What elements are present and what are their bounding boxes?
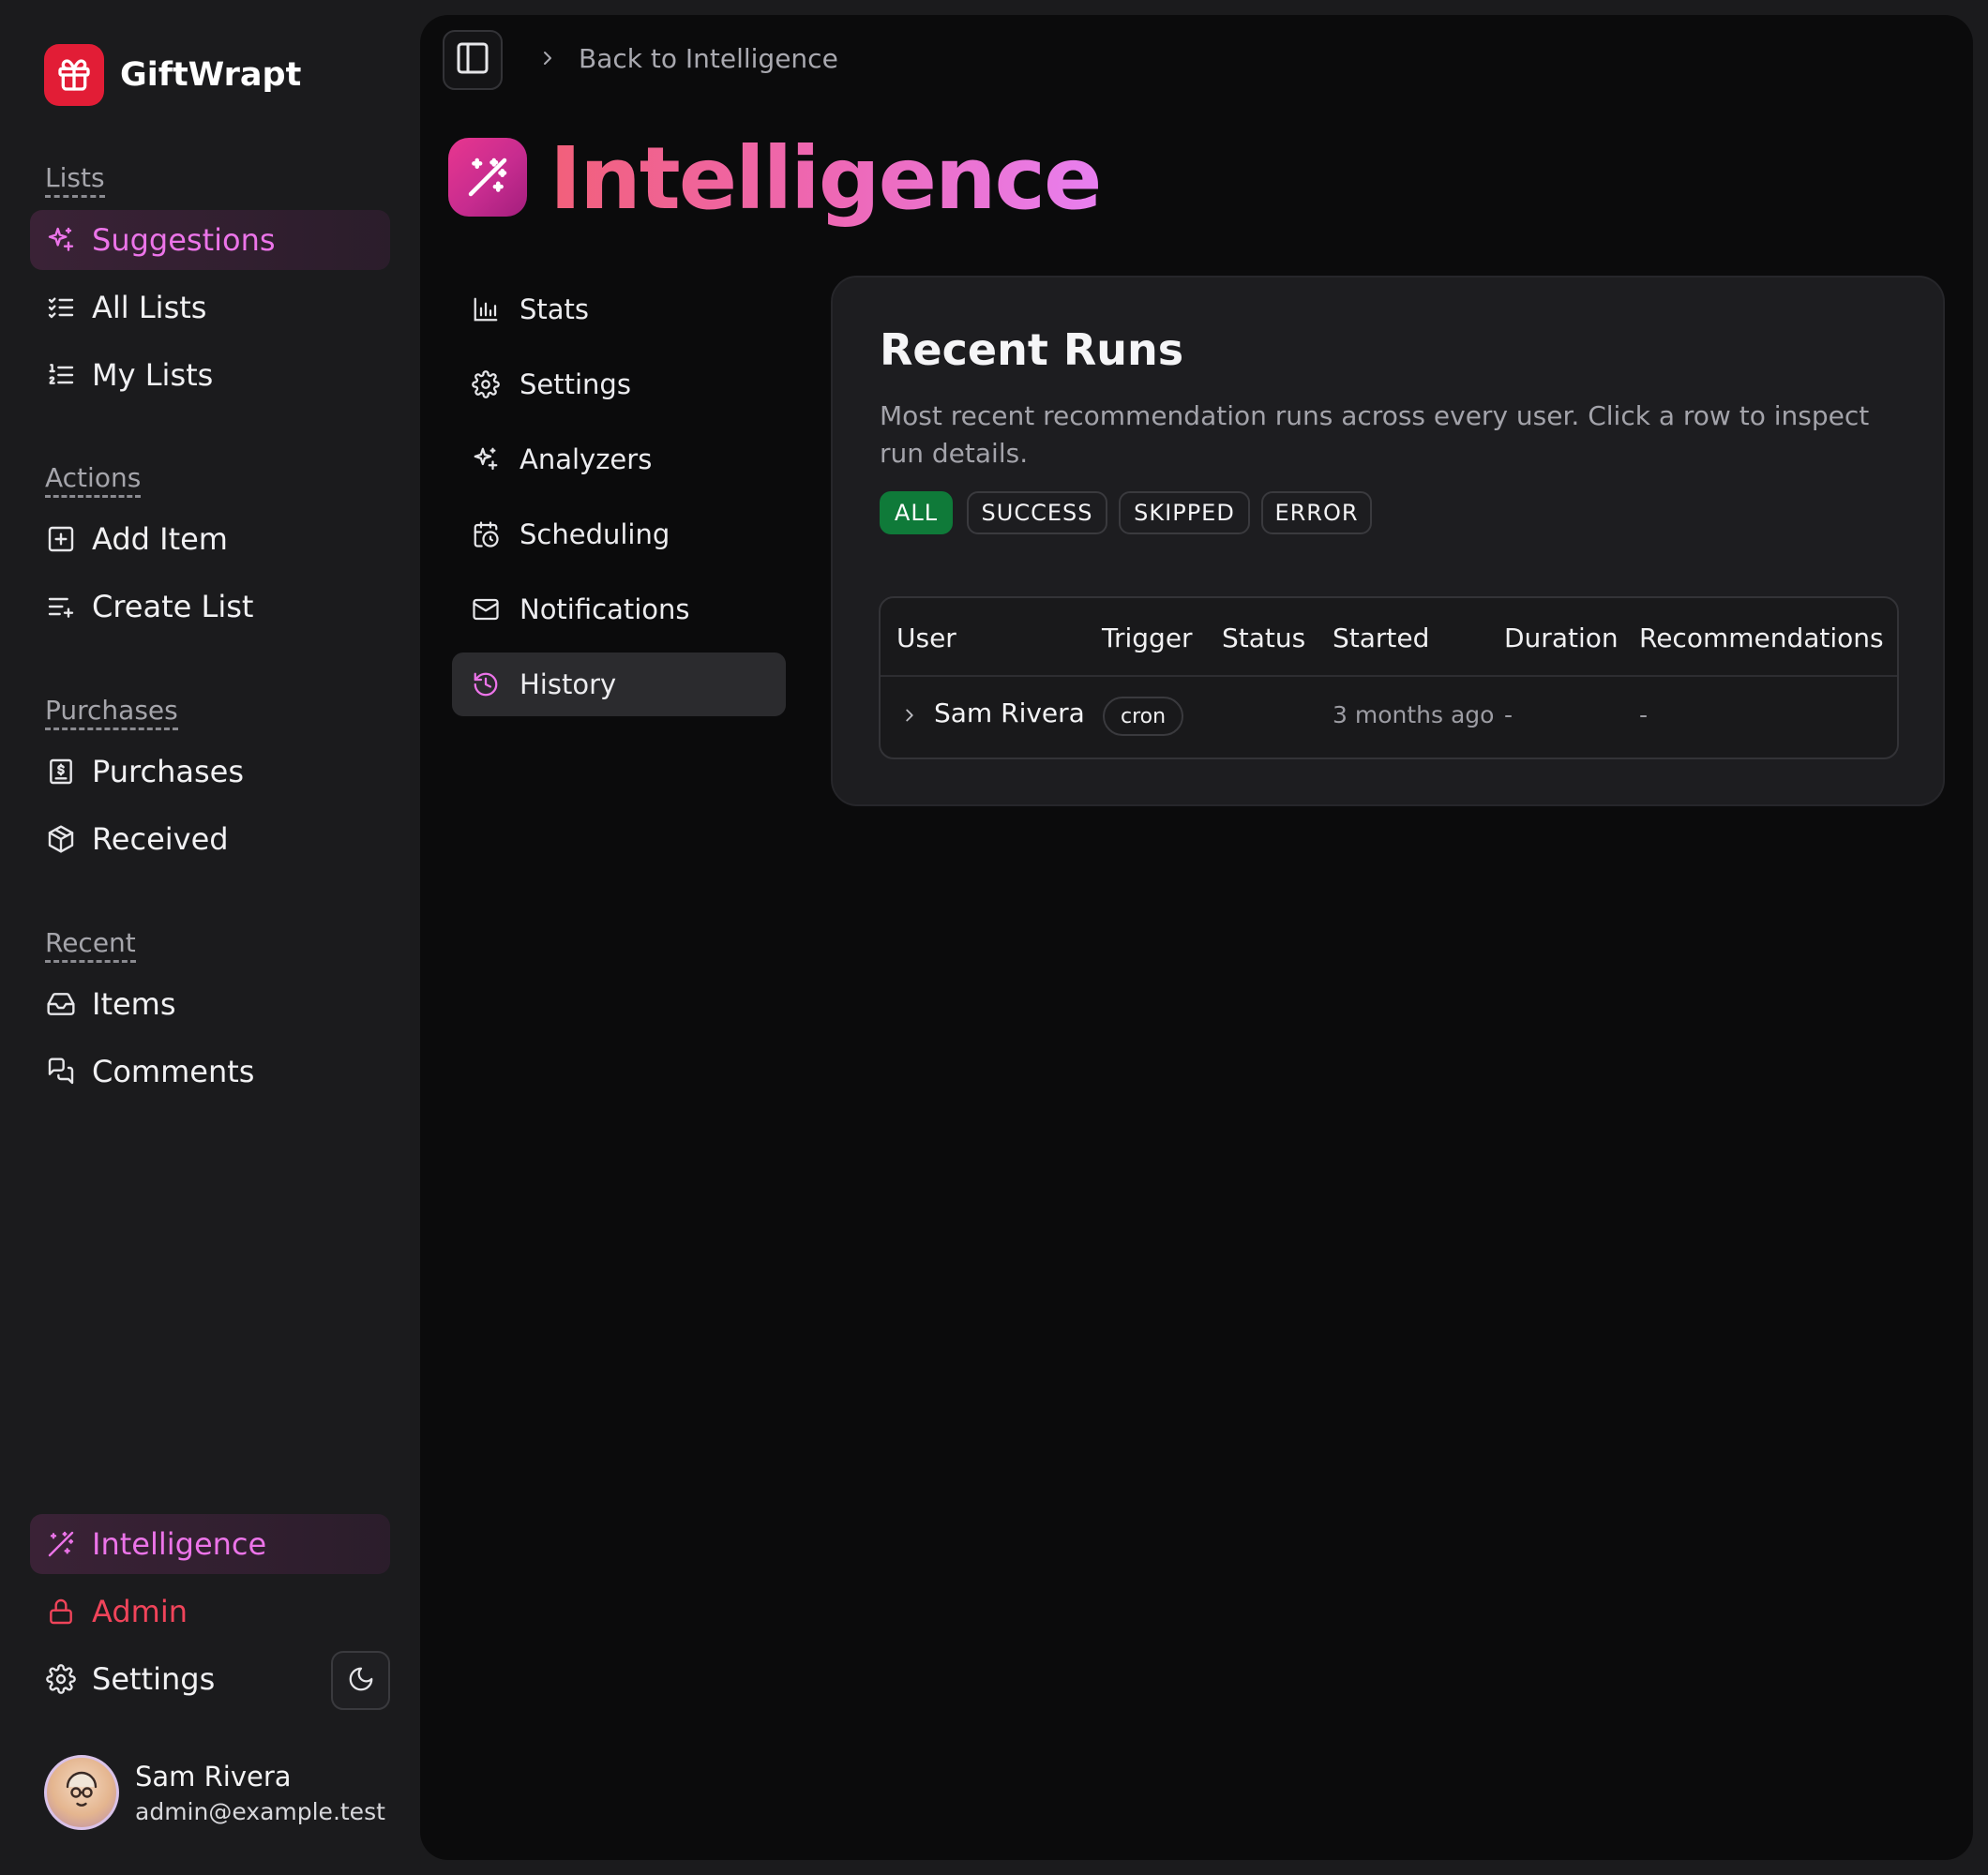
breadcrumb-back-link[interactable]: Back to Intelligence bbox=[579, 43, 838, 74]
subnav-label: Notifications bbox=[520, 593, 690, 625]
bar-chart-icon bbox=[471, 294, 501, 324]
sidebar: GiftWrapt Lists Suggestions All Lists My… bbox=[0, 0, 420, 1875]
filter-chip-error[interactable]: ERROR bbox=[1261, 491, 1372, 534]
sidebar-item-label: Add Item bbox=[92, 521, 228, 557]
sidebar-item-label: Comments bbox=[92, 1054, 255, 1089]
sidebar-item-admin[interactable]: Admin bbox=[30, 1582, 390, 1642]
plus-square-icon bbox=[45, 523, 77, 555]
card-title: Recent Runs bbox=[880, 324, 1184, 375]
section-label-lists: Lists bbox=[45, 162, 105, 198]
subnav-label: Stats bbox=[520, 293, 590, 325]
sidebar-item-all-lists[interactable]: All Lists bbox=[30, 278, 390, 338]
sidebar-item-label: Intelligence bbox=[92, 1526, 267, 1562]
app-root: GiftWrapt Lists Suggestions All Lists My… bbox=[0, 0, 1988, 1875]
chevron-right-icon bbox=[536, 47, 559, 73]
mail-icon bbox=[471, 594, 501, 624]
sidebar-item-label: Settings bbox=[92, 1661, 216, 1697]
user-email: admin@example.test bbox=[135, 1797, 385, 1825]
sidebar-item-received[interactable]: Received bbox=[30, 809, 390, 869]
sidebar-item-label: All Lists bbox=[92, 290, 207, 325]
cell-duration: - bbox=[1504, 701, 1514, 728]
brand[interactable]: GiftWrapt bbox=[44, 44, 301, 106]
filter-chip-success[interactable]: SUCCESS bbox=[967, 491, 1107, 534]
cell-trigger-badge: cron bbox=[1103, 697, 1183, 736]
sidebar-item-intelligence[interactable]: Intelligence bbox=[30, 1514, 390, 1574]
column-header-user[interactable]: User bbox=[896, 622, 956, 653]
gear-icon bbox=[45, 1663, 77, 1695]
column-header-started[interactable]: Started bbox=[1333, 622, 1429, 653]
avatar bbox=[44, 1755, 119, 1830]
sparkles-icon bbox=[45, 224, 77, 256]
sidebar-item-my-lists[interactable]: My Lists bbox=[30, 345, 390, 405]
sidebar-item-label: Create List bbox=[92, 589, 254, 624]
filter-chip-skipped[interactable]: SKIPPED bbox=[1119, 491, 1250, 534]
subnav-label: Scheduling bbox=[520, 518, 670, 550]
list-checks-icon bbox=[45, 292, 77, 323]
sidebar-item-comments[interactable]: Comments bbox=[30, 1042, 390, 1102]
cell-user: Sam Rivera bbox=[934, 698, 1085, 728]
cell-recommendations: - bbox=[1639, 701, 1649, 728]
history-icon bbox=[471, 669, 501, 699]
sidebar-item-label: My Lists bbox=[92, 357, 214, 393]
calendar-clock-icon bbox=[471, 519, 501, 549]
section-label-recent: Recent bbox=[45, 927, 136, 963]
sidebar-item-label: Admin bbox=[92, 1594, 188, 1629]
receipt-icon bbox=[45, 756, 77, 788]
subnav-item-settings[interactable]: Settings bbox=[452, 352, 786, 416]
expand-chevron-icon[interactable] bbox=[899, 701, 920, 732]
user-meta: Sam Rivera admin@example.test bbox=[135, 1761, 385, 1825]
subnav-label: History bbox=[520, 668, 617, 700]
sparkles-icon bbox=[471, 444, 501, 474]
section-label-purchases: Purchases bbox=[45, 695, 178, 730]
sidebar-item-settings[interactable]: Settings bbox=[30, 1649, 311, 1709]
list-plus-icon bbox=[45, 591, 77, 622]
runs-table: User Trigger Status Started Duration Rec… bbox=[879, 596, 1899, 759]
sidebar-item-label: Purchases bbox=[92, 754, 244, 789]
user-card[interactable]: Sam Rivera admin@example.test bbox=[44, 1755, 385, 1830]
sidebar-item-label: Received bbox=[92, 821, 229, 857]
page-title: Intelligence bbox=[550, 128, 1102, 229]
sidebar-item-label: Suggestions bbox=[92, 222, 276, 258]
cell-started: 3 months ago bbox=[1333, 701, 1495, 728]
app-name: GiftWrapt bbox=[120, 56, 302, 94]
main-panel: Back to Intelligence Intelligence Stats … bbox=[420, 15, 1973, 1860]
gift-icon bbox=[44, 44, 104, 106]
sidebar-item-add-item[interactable]: Add Item bbox=[30, 509, 390, 569]
filter-chip-all[interactable]: ALL bbox=[880, 491, 953, 534]
subnav-label: Settings bbox=[520, 368, 631, 400]
section-label-actions: Actions bbox=[45, 462, 142, 498]
lock-icon bbox=[45, 1596, 77, 1628]
sidebar-item-label: Items bbox=[92, 986, 176, 1022]
gear-icon bbox=[471, 369, 501, 399]
header-divider bbox=[881, 675, 1897, 677]
sidebar-item-create-list[interactable]: Create List bbox=[30, 577, 390, 637]
subnav-item-analyzers[interactable]: Analyzers bbox=[452, 428, 786, 491]
sidebar-item-purchases[interactable]: Purchases bbox=[30, 742, 390, 802]
sidebar-item-suggestions[interactable]: Suggestions bbox=[30, 210, 390, 270]
column-header-recommendations[interactable]: Recommendations bbox=[1639, 622, 1884, 653]
card-description: Most recent recommendation runs across e… bbox=[880, 400, 1870, 469]
user-name: Sam Rivera bbox=[135, 1760, 292, 1792]
messages-icon bbox=[45, 1056, 77, 1088]
subnav-label: Analyzers bbox=[520, 443, 653, 475]
package-icon bbox=[45, 823, 77, 855]
moon-icon bbox=[347, 1665, 375, 1697]
theme-toggle-button[interactable] bbox=[331, 1651, 390, 1710]
subnav-item-notifications[interactable]: Notifications bbox=[452, 578, 786, 641]
wand-sparkles-icon bbox=[448, 138, 527, 217]
column-header-duration[interactable]: Duration bbox=[1504, 622, 1619, 653]
wand-sparkles-icon bbox=[45, 1528, 77, 1560]
subnav-item-history[interactable]: History bbox=[452, 652, 786, 716]
sidebar-item-items[interactable]: Items bbox=[30, 974, 390, 1034]
subnav-item-scheduling[interactable]: Scheduling bbox=[452, 502, 786, 566]
column-header-status[interactable]: Status bbox=[1222, 622, 1305, 653]
inbox-icon bbox=[45, 988, 77, 1020]
subnav-item-stats[interactable]: Stats bbox=[452, 278, 786, 341]
panel-left-icon bbox=[454, 39, 491, 81]
sidebar-toggle-button[interactable] bbox=[443, 30, 503, 90]
list-ordered-icon bbox=[45, 359, 77, 391]
column-header-trigger[interactable]: Trigger bbox=[1102, 622, 1193, 653]
